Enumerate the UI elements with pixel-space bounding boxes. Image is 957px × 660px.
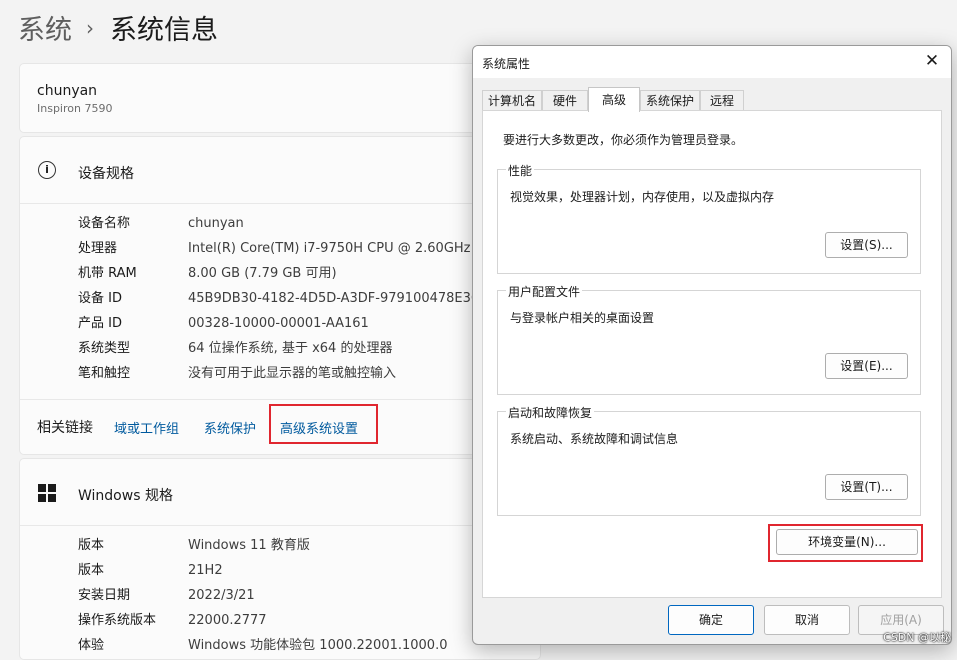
spec-value: chunyan <box>188 216 244 231</box>
spec-value: 8.00 GB (7.79 GB 可用) <box>188 266 337 281</box>
startup-recovery-group: 启动和故障恢复 系统启动、系统故障和调试信息 设置(T)... <box>497 404 921 516</box>
spec-value: 64 位操作系统, 基于 x64 的处理器 <box>188 341 393 356</box>
info-icon: i <box>38 161 56 179</box>
windows-spec-card: Windows 规格 版本 Windows 11 教育版 版本 21H2 安装日期 2… <box>19 458 541 660</box>
cancel-button[interactable]: 取消 <box>764 605 850 635</box>
spec-key: 处理器 <box>78 241 118 256</box>
system-properties-dialog: 系统属性 ✕ 计算机名 硬件 高级 系统保护 远程 要进行大多数更改，你必须作为… <box>472 45 952 645</box>
tab-hardware[interactable]: 硬件 <box>542 90 588 111</box>
breadcrumb-parent[interactable]: 系统 <box>18 8 72 47</box>
watermark: CSDN @以秘 <box>883 631 951 644</box>
device-spec-card: i 设备规格 设备名称 chunyan 处理器 Intel(R) Core(TM) … <box>19 136 541 455</box>
spec-key: 操作系统版本 <box>78 613 157 628</box>
link-domain-workgroup[interactable]: 域或工作组 <box>114 418 179 437</box>
device-card: chunyan Inspiron 7590 <box>19 63 541 133</box>
spec-key: 安装日期 <box>78 588 131 603</box>
advanced-tab-panel: 要进行大多数更改，你必须作为管理员登录。 性能 视觉效果，处理器计划，内存使用，… <box>482 110 942 598</box>
spec-key: 版本 <box>78 538 105 553</box>
user-profiles-settings-button[interactable]: 设置(E)... <box>825 353 908 379</box>
spec-value: 没有可用于此显示器的笔或触控输入 <box>188 366 397 381</box>
spec-value: Intel(R) Core(TM) i7-9750H CPU @ 2.60GHz… <box>188 241 483 256</box>
user-profiles-desc: 与登录帐户相关的桌面设置 <box>510 311 655 325</box>
highlight-box <box>768 524 923 562</box>
user-profiles-title: 用户配置文件 <box>506 283 583 300</box>
spec-value: Windows 11 教育版 <box>188 538 310 553</box>
device-spec-header[interactable]: i 设备规格 <box>20 137 540 203</box>
performance-desc: 视觉效果，处理器计划，内存使用，以及虚拟内存 <box>510 190 775 204</box>
device-model: Inspiron 7590 <box>37 102 113 115</box>
admin-notice: 要进行大多数更改，你必须作为管理员登录。 <box>503 133 744 147</box>
dialog-titlebar[interactable]: 系统属性 ✕ <box>473 46 951 78</box>
performance-settings-button[interactable]: 设置(S)... <box>825 232 908 258</box>
tab-remote[interactable]: 远程 <box>700 90 744 111</box>
page-title: 系统信息 <box>110 15 218 46</box>
divider <box>20 525 540 526</box>
spec-value: 21H2 <box>188 563 223 578</box>
tab-computer-name[interactable]: 计算机名 <box>482 90 542 111</box>
breadcrumb-separator: › <box>86 15 94 40</box>
spec-key: 设备名称 <box>78 216 131 231</box>
device-spec-title: 设备规格 <box>78 166 134 182</box>
dialog-title: 系统属性 <box>482 57 531 71</box>
spec-value: 22000.2777 <box>188 613 267 628</box>
spec-key: 系统类型 <box>78 341 131 356</box>
spec-key: 体验 <box>78 638 105 653</box>
startup-recovery-title: 启动和故障恢复 <box>506 404 595 421</box>
tab-advanced[interactable]: 高级 <box>588 87 640 112</box>
ok-button[interactable]: 确定 <box>668 605 754 635</box>
spec-key: 版本 <box>78 563 105 578</box>
windows-spec-header[interactable]: Windows 规格 <box>20 459 540 525</box>
device-name: chunyan <box>37 83 98 99</box>
performance-title: 性能 <box>506 162 535 179</box>
spec-value: 2022/3/21 <box>188 588 255 603</box>
spec-value: 45B9DB30-4182-4D5D-A3DF-979100478E36 <box>188 291 480 306</box>
user-profiles-group: 用户配置文件 与登录帐户相关的桌面设置 设置(E)... <box>497 283 921 395</box>
tab-system-protection[interactable]: 系统保护 <box>640 90 700 111</box>
spec-value: 00328-10000-00001-AA161 <box>188 316 369 331</box>
breadcrumb: 系统 › 系统信息 <box>18 8 218 47</box>
related-links-bar: 相关链接 域或工作组 系统保护 高级系统设置 <box>20 399 540 455</box>
spec-key: 机带 RAM <box>78 266 137 281</box>
startup-recovery-desc: 系统启动、系统故障和调试信息 <box>510 432 679 446</box>
startup-recovery-settings-button[interactable]: 设置(T)... <box>825 474 908 500</box>
performance-group: 性能 视觉效果，处理器计划，内存使用，以及虚拟内存 设置(S)... <box>497 162 921 274</box>
spec-key: 产品 ID <box>78 316 122 331</box>
link-system-protection[interactable]: 系统保护 <box>204 418 256 437</box>
windows-spec-title: Windows 规格 <box>78 488 173 504</box>
windows-logo-icon <box>38 484 56 502</box>
spec-value: Windows 功能体验包 1000.22001.1000.0 <box>188 638 448 653</box>
highlight-box <box>269 404 378 444</box>
spec-key: 设备 ID <box>78 291 122 306</box>
spec-key: 笔和触控 <box>78 366 131 381</box>
close-icon[interactable]: ✕ <box>921 50 943 72</box>
related-links-label: 相关链接 <box>37 420 93 436</box>
divider <box>20 203 540 204</box>
